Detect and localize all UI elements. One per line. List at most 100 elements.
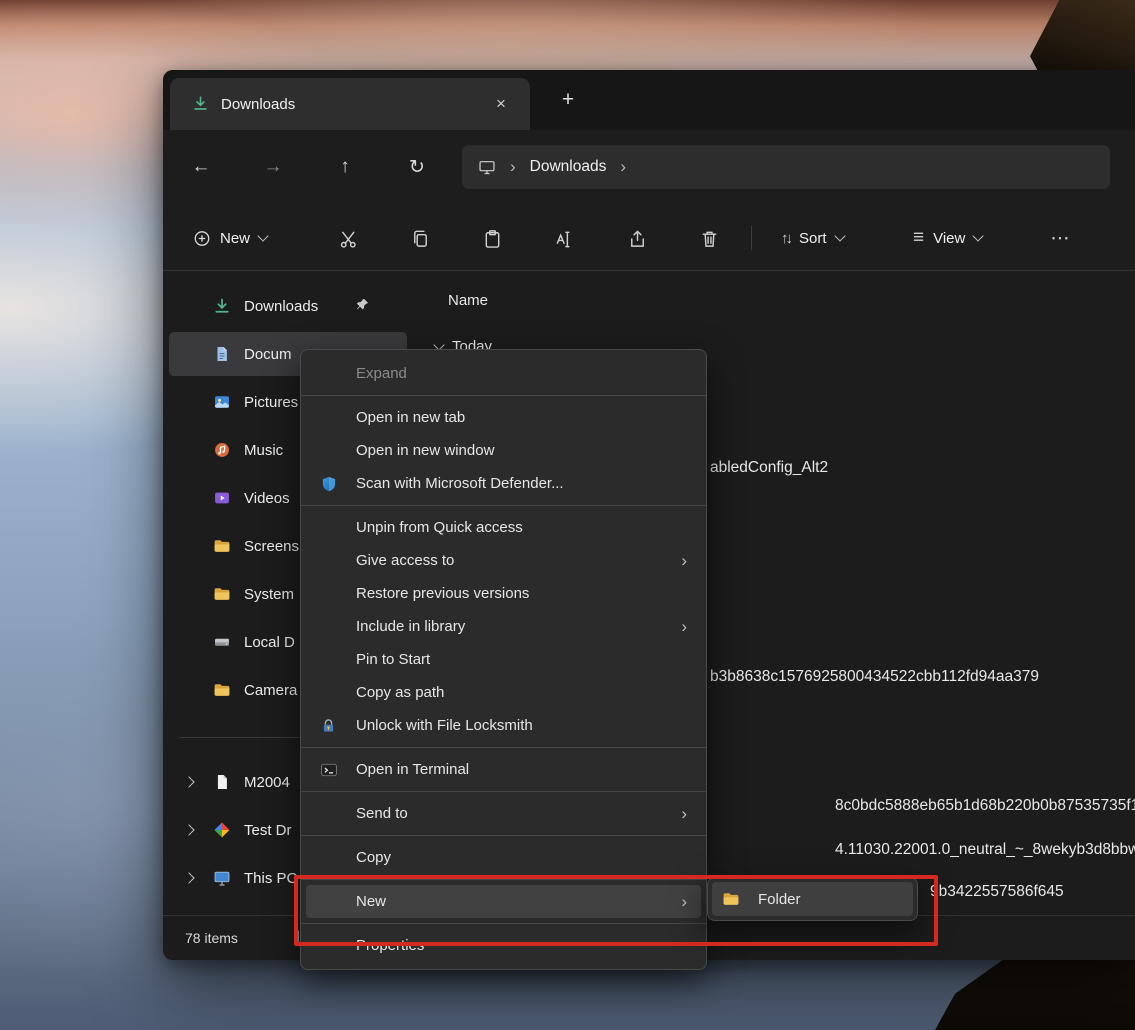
menu-divider	[301, 923, 706, 924]
folder-icon	[213, 681, 231, 699]
submenu-arrow-icon: ›	[681, 804, 687, 824]
menu-item-label: Copy as path	[356, 684, 444, 701]
breadcrumb-chevron-icon[interactable]: ›	[620, 157, 626, 177]
new-item-label: New	[220, 230, 250, 247]
chevron-right-icon[interactable]	[183, 776, 194, 787]
file-name-fragment[interactable]: 8c0bdc5888eb65b1d68b220b0b87535735f1795	[835, 797, 1135, 815]
menu-divider	[301, 505, 706, 506]
this-pc-monitor-icon	[478, 158, 496, 176]
trash-icon	[699, 228, 720, 249]
terminal-icon	[320, 760, 346, 780]
sidebar-item-label: Camera	[244, 682, 297, 699]
menu-item-label: Expand	[356, 365, 407, 382]
sort-button[interactable]: ↑↓ Sort	[771, 218, 854, 258]
downloads-icon	[213, 297, 231, 315]
context-menu-item-send-to[interactable]: Send to ›	[306, 797, 701, 830]
blank-icon	[320, 804, 346, 824]
context-menu-item-pin-to-start[interactable]: Pin to Start	[306, 643, 701, 676]
context-menu-item-restore-previous-versions[interactable]: Restore previous versions	[306, 577, 701, 610]
context-menu-item-new[interactable]: New ›	[306, 885, 701, 918]
context-menu-item-include-in-library[interactable]: Include in library ›	[306, 610, 701, 643]
file-name-fragment[interactable]: 4.11030.22001.0_neutral_~_8wekyb3d8bbwe	[835, 841, 1135, 859]
context-menu-item-copy[interactable]: Copy	[306, 841, 701, 874]
explorer-tab-downloads[interactable]: Downloads ×	[170, 78, 530, 130]
tab-title: Downloads	[221, 96, 295, 113]
context-menu-item-give-access-to[interactable]: Give access to ›	[306, 544, 701, 577]
chevron-right-icon[interactable]	[183, 824, 194, 835]
tab-close-button[interactable]: ×	[486, 89, 516, 119]
sidebar-item-label: Downloads	[244, 298, 318, 315]
menu-item-label: Properties	[356, 937, 424, 954]
refresh-button[interactable]: ↻	[399, 149, 435, 185]
defender-shield-icon	[320, 474, 346, 494]
file-name-fragment[interactable]: abledConfig_Alt2	[710, 459, 828, 477]
folder-icon	[213, 585, 231, 603]
sidebar-item-label: Local D	[244, 634, 295, 651]
new-item-button[interactable]: New	[183, 218, 277, 258]
blank-icon	[320, 408, 346, 428]
breadcrumb-downloads[interactable]: Downloads	[530, 158, 607, 176]
blank-icon	[320, 551, 346, 571]
blank-icon	[320, 848, 346, 868]
navigation-bar: ← → ↑ ↻ › Downloads ›	[163, 130, 1135, 205]
more-options-button[interactable]: ⋯	[1040, 218, 1080, 258]
file-name-fragment[interactable]: 9b3422557586f645	[930, 883, 1064, 901]
share-button[interactable]	[617, 218, 657, 258]
column-header-name[interactable]: Name	[448, 292, 488, 309]
context-menu-item-open-in-new-window[interactable]: Open in new window	[306, 434, 701, 467]
address-bar[interactable]: › Downloads ›	[462, 145, 1110, 189]
context-menu-item-unpin-quick-access[interactable]: Unpin from Quick access	[306, 511, 701, 544]
context-menu-item-open-in-new-tab[interactable]: Open in new tab	[306, 401, 701, 434]
blank-icon	[320, 683, 346, 703]
monitor-icon	[213, 869, 231, 887]
menu-item-label: Open in Terminal	[356, 761, 469, 778]
context-menu-item-properties[interactable]: Properties	[306, 929, 701, 962]
rename-icon	[554, 228, 575, 249]
context-menu-item-copy-as-path[interactable]: Copy as path	[306, 676, 701, 709]
breadcrumb-chevron-icon[interactable]: ›	[510, 157, 516, 177]
chevron-down-icon	[834, 230, 845, 241]
paste-button[interactable]	[472, 218, 512, 258]
copy-button[interactable]	[400, 218, 440, 258]
menu-item-label: Include in library	[356, 618, 465, 635]
paste-icon	[482, 228, 503, 249]
sort-arrows-icon: ↑↓	[781, 230, 790, 247]
toolbar-divider	[751, 226, 752, 250]
title-bar: Downloads × +	[163, 70, 1135, 130]
wallpaper-cliff-top-right	[1030, 0, 1135, 72]
context-menu-item-unlock-file-locksmith[interactable]: Unlock with File Locksmith	[306, 709, 701, 742]
sidebar-item-label: Videos	[244, 490, 290, 507]
forward-button[interactable]: →	[255, 149, 291, 185]
view-button[interactable]: ≡ View	[903, 218, 992, 258]
back-button[interactable]: ←	[183, 149, 219, 185]
sidebar-item-downloads[interactable]: Downloads	[169, 284, 407, 328]
delete-button[interactable]	[689, 218, 729, 258]
menu-divider	[301, 791, 706, 792]
videos-icon	[213, 489, 231, 507]
lock-icon	[320, 716, 346, 736]
submenu-item-folder[interactable]: Folder	[712, 882, 913, 916]
blank-icon	[320, 936, 346, 956]
chevron-right-icon[interactable]	[183, 872, 194, 883]
blank-icon	[320, 364, 346, 384]
context-menu-item-expand: Expand	[306, 357, 701, 390]
blank-icon	[320, 584, 346, 604]
menu-item-label: New	[356, 893, 386, 910]
sidebar-item-label: Docum	[244, 346, 292, 363]
menu-item-label: Unlock with File Locksmith	[356, 717, 533, 734]
blank-icon	[320, 518, 346, 538]
chevron-down-icon	[973, 230, 984, 241]
submenu-arrow-icon: ›	[681, 892, 687, 912]
menu-divider	[301, 395, 706, 396]
pictures-icon	[213, 393, 231, 411]
rename-button[interactable]	[544, 218, 584, 258]
new-tab-button[interactable]: +	[551, 83, 585, 117]
context-menu-item-open-in-terminal[interactable]: Open in Terminal	[306, 753, 701, 786]
file-name-fragment[interactable]: b3b8638c1576925800434522cbb112fd94aa379	[710, 668, 1039, 686]
context-menu-item-scan-with-defender[interactable]: Scan with Microsoft Defender...	[306, 467, 701, 500]
downloads-tab-icon	[192, 95, 210, 113]
menu-item-label: Unpin from Quick access	[356, 519, 523, 536]
up-button[interactable]: ↑	[327, 149, 363, 185]
new-submenu: Folder	[707, 877, 918, 921]
cut-button[interactable]	[328, 218, 368, 258]
